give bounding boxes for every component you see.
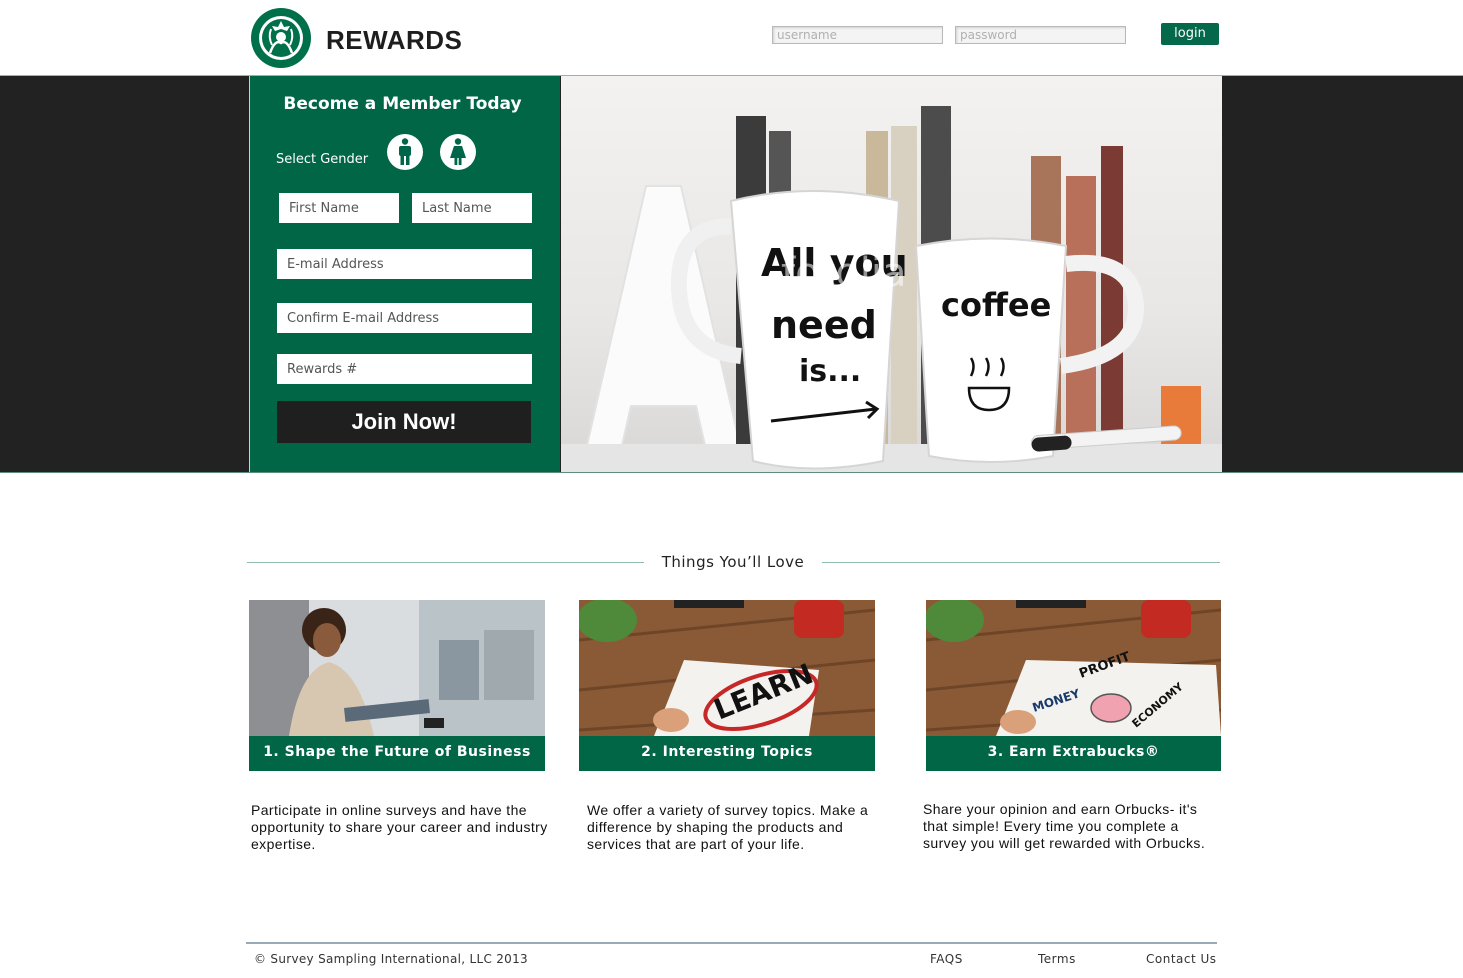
rewards-number-field[interactable]: [277, 354, 532, 384]
coffee-mugs-illustration: All you need is... coffee fotolia: [561, 106, 1222, 472]
male-gender-button[interactable]: [387, 134, 423, 170]
copyright-text: © Survey Sampling International, LLC 201…: [254, 952, 528, 966]
last-name-field[interactable]: [412, 193, 532, 223]
footer-link-terms[interactable]: Terms: [1038, 952, 1076, 966]
mug-text-coffee: coffee: [941, 286, 1051, 324]
card-title-business[interactable]: 1. Shape the Future of Business: [249, 736, 545, 771]
card-description-extrabucks: Share your opinion and earn Orbucks- it'…: [923, 801, 1206, 851]
signup-title: Become a Member Today: [283, 94, 522, 114]
footer-link-faqs[interactable]: FAQS: [930, 952, 963, 966]
mug-text-is: is...: [799, 354, 861, 389]
feature-card-topics[interactable]: LEARN 2. Interesting Topics: [579, 600, 875, 771]
woman-laptop-photo: [249, 600, 545, 736]
signup-panel: Become a Member Today Select Gender Join…: [249, 76, 560, 472]
card-description-topics: We offer a variety of survey topics. Mak…: [587, 802, 869, 852]
hero-watermark: fotolia: [781, 250, 906, 296]
male-icon: [399, 138, 411, 165]
learn-notebook-photo: LEARN: [579, 600, 875, 736]
female-icon: [450, 138, 466, 165]
username-input[interactable]: [772, 26, 943, 44]
confirm-email-field[interactable]: [277, 303, 532, 333]
first-name-field[interactable]: [279, 193, 399, 223]
starbucks-logo-icon[interactable]: [250, 7, 312, 69]
female-gender-button[interactable]: [440, 134, 476, 170]
section-divider-right: [822, 562, 1220, 563]
brand-title: REWARDS: [326, 25, 463, 55]
mug-text-need: need: [771, 303, 877, 347]
section-divider-left: [247, 562, 644, 563]
feature-card-business[interactable]: 1. Shape the Future of Business: [249, 600, 545, 771]
card-title-topics[interactable]: 2. Interesting Topics: [579, 736, 875, 771]
hero-photo: All you need is... coffee fotolia: [561, 76, 1222, 472]
footer-divider: [246, 942, 1217, 944]
gender-label: Select Gender: [276, 152, 369, 167]
login-button[interactable]: login: [1161, 23, 1219, 45]
feature-card-extrabucks[interactable]: MONEY PROFIT ECONOMY 3. Earn Extrabucks®: [926, 600, 1221, 771]
card-title-extrabucks[interactable]: 3. Earn Extrabucks®: [926, 736, 1221, 771]
join-now-button[interactable]: Join Now!: [277, 401, 531, 443]
section-title: Things You’ll Love: [661, 553, 805, 571]
password-input[interactable]: [955, 26, 1126, 44]
money-profit-photo: MONEY PROFIT ECONOMY: [926, 600, 1221, 736]
card-description-business: Participate in online surveys and have t…: [251, 802, 548, 852]
email-field[interactable]: [277, 249, 532, 279]
footer-link-contact[interactable]: Contact Us: [1146, 952, 1217, 966]
site-header: REWARDS login: [0, 0, 1463, 76]
